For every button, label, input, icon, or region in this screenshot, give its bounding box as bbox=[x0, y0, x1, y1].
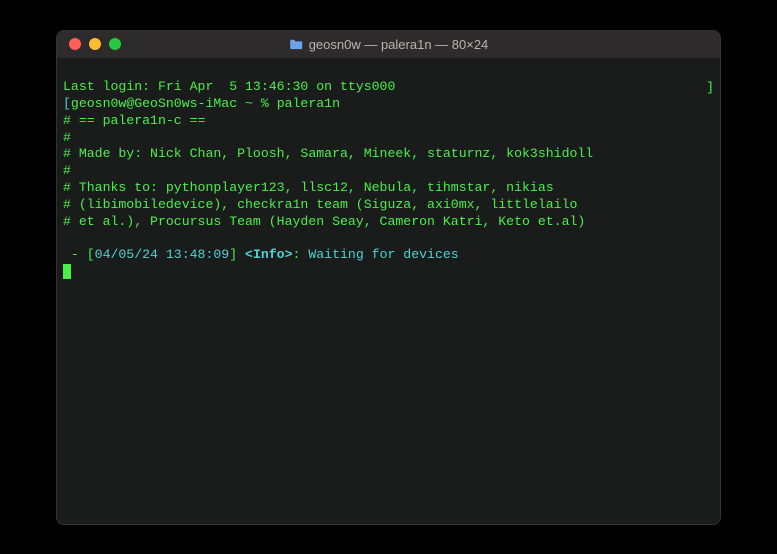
command-entered: palera1n bbox=[277, 96, 340, 111]
folder-icon bbox=[289, 38, 303, 50]
prompt-user-host: geosn0w@GeoSn0ws-iMac ~ % bbox=[71, 96, 277, 111]
banner-line-7: # et al.), Procursus Team (Hayden Seay, … bbox=[63, 214, 714, 231]
banner-line-1: # == palera1n-c == bbox=[63, 113, 714, 130]
zoom-icon[interactable] bbox=[109, 38, 121, 50]
banner-line-5: # Thanks to: pythonplayer123, llsc12, Ne… bbox=[63, 180, 714, 197]
banner-line-2: # bbox=[63, 130, 714, 147]
banner-line-6: # (libimobiledevice), checkra1n team (Si… bbox=[63, 197, 714, 214]
log-message: Waiting for devices bbox=[308, 247, 458, 262]
terminal-window: geosn0w — palera1n — 80×24 Last login: F… bbox=[56, 30, 721, 525]
titlebar[interactable]: geosn0w — palera1n — 80×24 bbox=[57, 31, 720, 59]
cursor-icon bbox=[63, 264, 71, 279]
last-login-line: Last login: Fri Apr 5 13:46:30 on ttys00… bbox=[63, 79, 714, 96]
minimize-icon[interactable] bbox=[89, 38, 101, 50]
log-bracket-close: ] bbox=[229, 247, 245, 262]
terminal-output[interactable]: Last login: Fri Apr 5 13:46:30 on ttys00… bbox=[57, 59, 720, 524]
banner-line-4: # bbox=[63, 163, 714, 180]
traffic-lights bbox=[57, 38, 121, 50]
close-icon[interactable] bbox=[69, 38, 81, 50]
log-tag: <Info> bbox=[245, 247, 292, 262]
banner-line-3: # Made by: Nick Chan, Ploosh, Samara, Mi… bbox=[63, 146, 714, 163]
log-line: - [04/05/24 13:48:09] <Info>: Waiting fo… bbox=[63, 247, 714, 264]
log-prefix: - [ bbox=[63, 247, 95, 262]
window-title-container: geosn0w — palera1n — 80×24 bbox=[289, 37, 489, 52]
window-title: geosn0w — palera1n — 80×24 bbox=[309, 37, 489, 52]
prompt-bracket-close: ] bbox=[706, 80, 714, 97]
cursor-line bbox=[63, 264, 714, 281]
prompt-bracket-open: [ bbox=[63, 96, 71, 111]
prompt-line: [geosn0w@GeoSn0ws-iMac ~ % palera1n bbox=[63, 96, 714, 113]
blank-line bbox=[63, 230, 714, 247]
log-colon: : bbox=[293, 247, 309, 262]
log-timestamp: 04/05/24 13:48:09 bbox=[95, 247, 230, 262]
